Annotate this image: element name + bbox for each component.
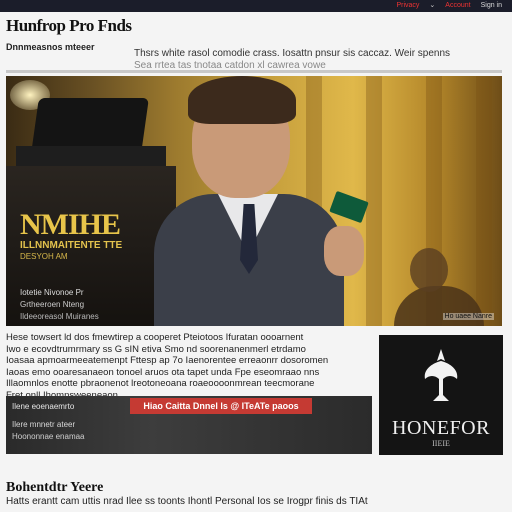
top-links: Privacy ⌄ Account Sign in: [396, 1, 502, 10]
ad-tagline: IIEIE: [432, 439, 450, 448]
curtain-fold: [366, 76, 382, 326]
promo-button[interactable]: Hiao Caitta Dnnel ls @ ITeATe paoos: [130, 398, 312, 414]
article-line: Illaomnlos enotte pbraonenot lreotoneoan…: [6, 378, 315, 389]
hero-tagline: DESYOH AM: [20, 252, 68, 261]
top-link-signin[interactable]: Sign in: [481, 2, 502, 9]
promo-text: Ilere mnnetr ateer: [12, 420, 76, 429]
hero-subtitle: ILLNNMAITENTE TTE: [20, 240, 123, 251]
figure-hand: [324, 226, 364, 276]
top-headline-text: Thsrs white rasol comodie crass. Iosattn…: [134, 48, 451, 59]
divider: [6, 70, 502, 73]
top-link-privacy[interactable]: Privacy: [396, 2, 419, 9]
hero-title: NMIHE: [20, 208, 121, 241]
hero-meta: Ildeeoreasol Muiranes: [20, 312, 99, 321]
top-link-account[interactable]: Account: [445, 2, 470, 9]
hero-meta: Grtheeroen Nteng: [20, 300, 85, 309]
hero-meta: Iotetie Nivonoe Pr: [20, 288, 84, 297]
article-line: Iaoas emo ooaresanaeon tonoel aruos ota …: [6, 366, 320, 378]
site-logo[interactable]: Hunfrop Pro Fnds: [6, 16, 132, 36]
ad-brand: HONEFOR: [392, 417, 490, 439]
article-summary[interactable]: Hese towsert ld dos fmewtirep a cooperet…: [6, 332, 366, 401]
background-figure-body: [394, 286, 484, 326]
top-bar: Privacy ⌄ Account Sign in: [0, 0, 512, 12]
background-figure-head: [410, 248, 448, 292]
promo-label: Ilene eoenaemrto: [12, 402, 75, 411]
section-heading[interactable]: Bohentdtr Yeere: [6, 480, 103, 496]
section-text: Hatts erantt cam uttis nrad Ilee ss toon…: [6, 496, 368, 507]
promo-banner: Ilene eoenaemrto Hiao Caitta Dnnel ls @ …: [6, 396, 372, 454]
masthead: Hunfrop Pro Fnds Dnnmeasnos mteeer Thsrs…: [6, 14, 506, 71]
curtain-fold: [476, 76, 492, 326]
promo-text: Hoononnae enamaa: [12, 432, 85, 441]
fleur-emblem-icon: [424, 349, 458, 401]
top-headline[interactable]: Thsrs white rasol comodie crass. Iosattn…: [134, 48, 508, 72]
held-card: [329, 190, 369, 224]
advertisement[interactable]: HONEFOR IIEIE: [379, 335, 503, 455]
article-line: Ioasaa apmoarmeeatemenpt Fttesp ap 7o Ia…: [6, 355, 329, 366]
figure-hair: [188, 76, 296, 124]
chevron-down-icon[interactable]: ⌄: [429, 1, 435, 9]
hero-image[interactable]: NMIHE ILLNNMAITENTE TTE DESYOH AM Ioteti…: [6, 76, 502, 326]
site-sublogo: Dnnmeasnos mteeer: [6, 42, 95, 52]
article-line: Iwo e ecovdtrumrmary ss G sIN etiva Smo …: [6, 343, 306, 355]
photo-credit: Ho uaee Nanre: [442, 313, 494, 320]
article-line: Hese towsert ld dos fmewtirep a cooperet…: [6, 332, 304, 343]
